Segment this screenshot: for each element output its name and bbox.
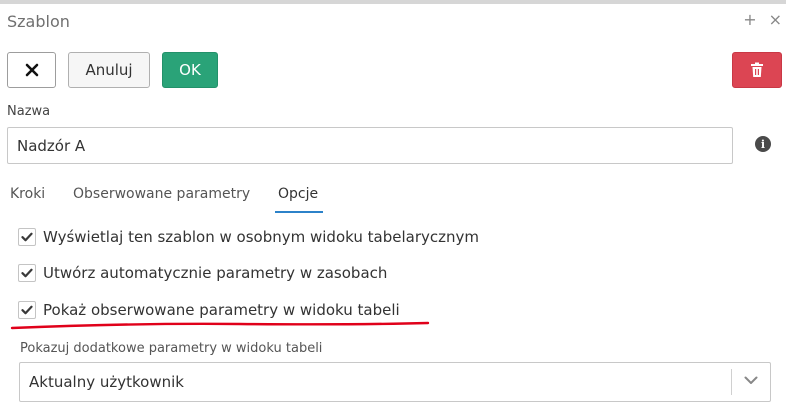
- cancel-button[interactable]: Anuluj: [68, 52, 150, 88]
- close-icon: [25, 63, 38, 77]
- select-value: Aktualny użytkownik: [29, 373, 184, 391]
- close-dialog-icon[interactable]: ×: [769, 10, 782, 30]
- checkbox[interactable]: [18, 264, 36, 282]
- ok-button[interactable]: OK: [162, 52, 218, 88]
- tab-opcje[interactable]: Opcje: [278, 186, 318, 202]
- checkbox[interactable]: [18, 301, 36, 319]
- info-icon[interactable]: i: [755, 136, 771, 152]
- option-label: Wyświetlaj ten szablon w osobnym widoku …: [43, 228, 479, 246]
- active-tab-indicator: [275, 211, 323, 213]
- extra-params-label: Pokazuj dodatkowe parametry w widoku tab…: [20, 341, 323, 356]
- option-label: Pokaż obserwowane parametry w widoku tab…: [43, 301, 400, 319]
- checkmark-icon: [21, 305, 33, 315]
- option-separate-table-view[interactable]: Wyświetlaj ten szablon w osobnym widoku …: [18, 228, 479, 246]
- tab-observed-params[interactable]: Obserwowane parametry: [73, 186, 250, 202]
- checkbox[interactable]: [18, 228, 36, 246]
- window-top-border: [0, 0, 786, 4]
- title-actions: + ×: [743, 10, 782, 30]
- select-divider: [731, 369, 732, 395]
- expand-icon[interactable]: +: [743, 10, 756, 30]
- option-auto-create-params[interactable]: Utwórz automatycznie parametry w zasobac…: [18, 264, 387, 282]
- highlight-underline: [10, 321, 430, 330]
- checkmark-icon: [21, 232, 33, 242]
- tab-kroki[interactable]: Kroki: [10, 186, 45, 202]
- name-input[interactable]: [7, 127, 733, 164]
- dialog-title: Szablon: [7, 12, 70, 31]
- name-label: Nazwa: [7, 104, 51, 119]
- delete-button[interactable]: [732, 52, 782, 88]
- option-label: Utwórz automatycznie parametry w zasobac…: [43, 264, 388, 282]
- extra-params-select[interactable]: Aktualny użytkownik: [19, 362, 771, 402]
- chevron-down-icon[interactable]: [744, 376, 758, 385]
- trash-icon: [751, 62, 763, 77]
- checkmark-icon: [21, 268, 33, 278]
- option-show-observed-params[interactable]: Pokaż obserwowane parametry w widoku tab…: [18, 301, 400, 319]
- close-button[interactable]: [7, 52, 56, 88]
